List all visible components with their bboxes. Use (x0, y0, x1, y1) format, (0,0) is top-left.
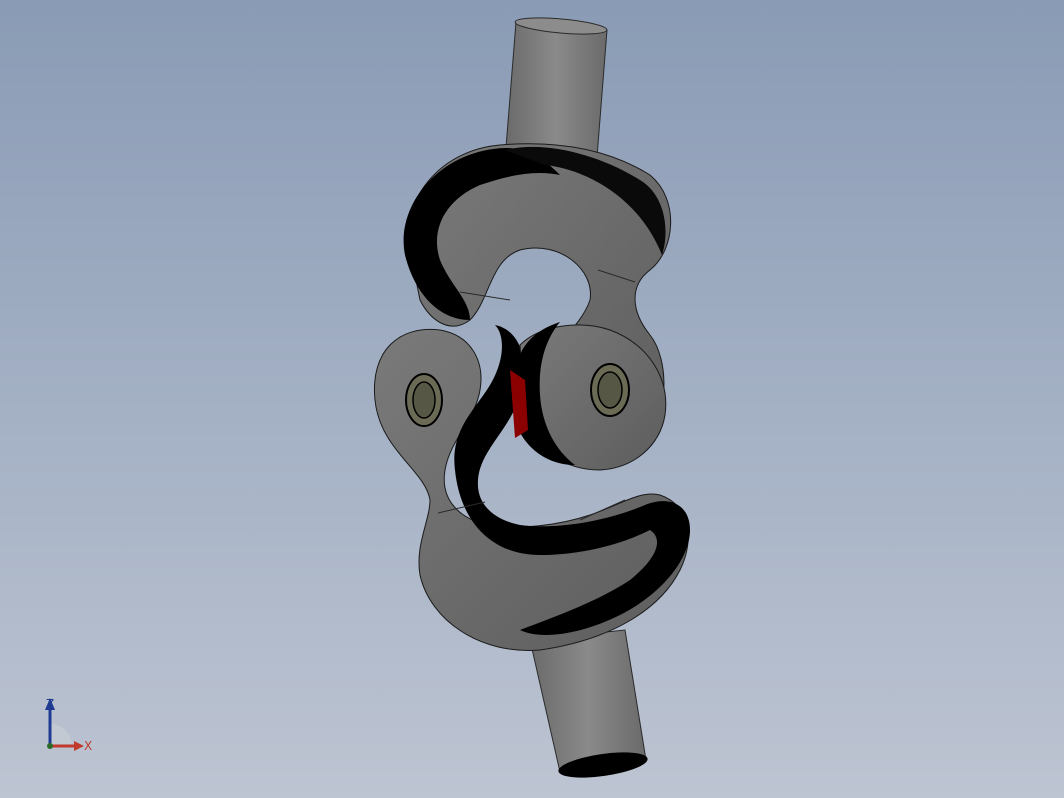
x-axis-arrowhead (74, 741, 84, 751)
universal-joint-model[interactable] (0, 0, 1064, 798)
z-axis-label: Z (46, 697, 54, 711)
right-pin[interactable] (590, 363, 630, 417)
left-pin[interactable] (405, 373, 443, 427)
x-axis-label: X (84, 739, 92, 753)
graphics-viewport[interactable]: Z X (0, 0, 1064, 798)
axis-triad: Z X (36, 694, 106, 758)
triad-origin (47, 743, 53, 749)
triad-plane (50, 724, 72, 746)
bottom-shaft[interactable] (529, 629, 649, 782)
